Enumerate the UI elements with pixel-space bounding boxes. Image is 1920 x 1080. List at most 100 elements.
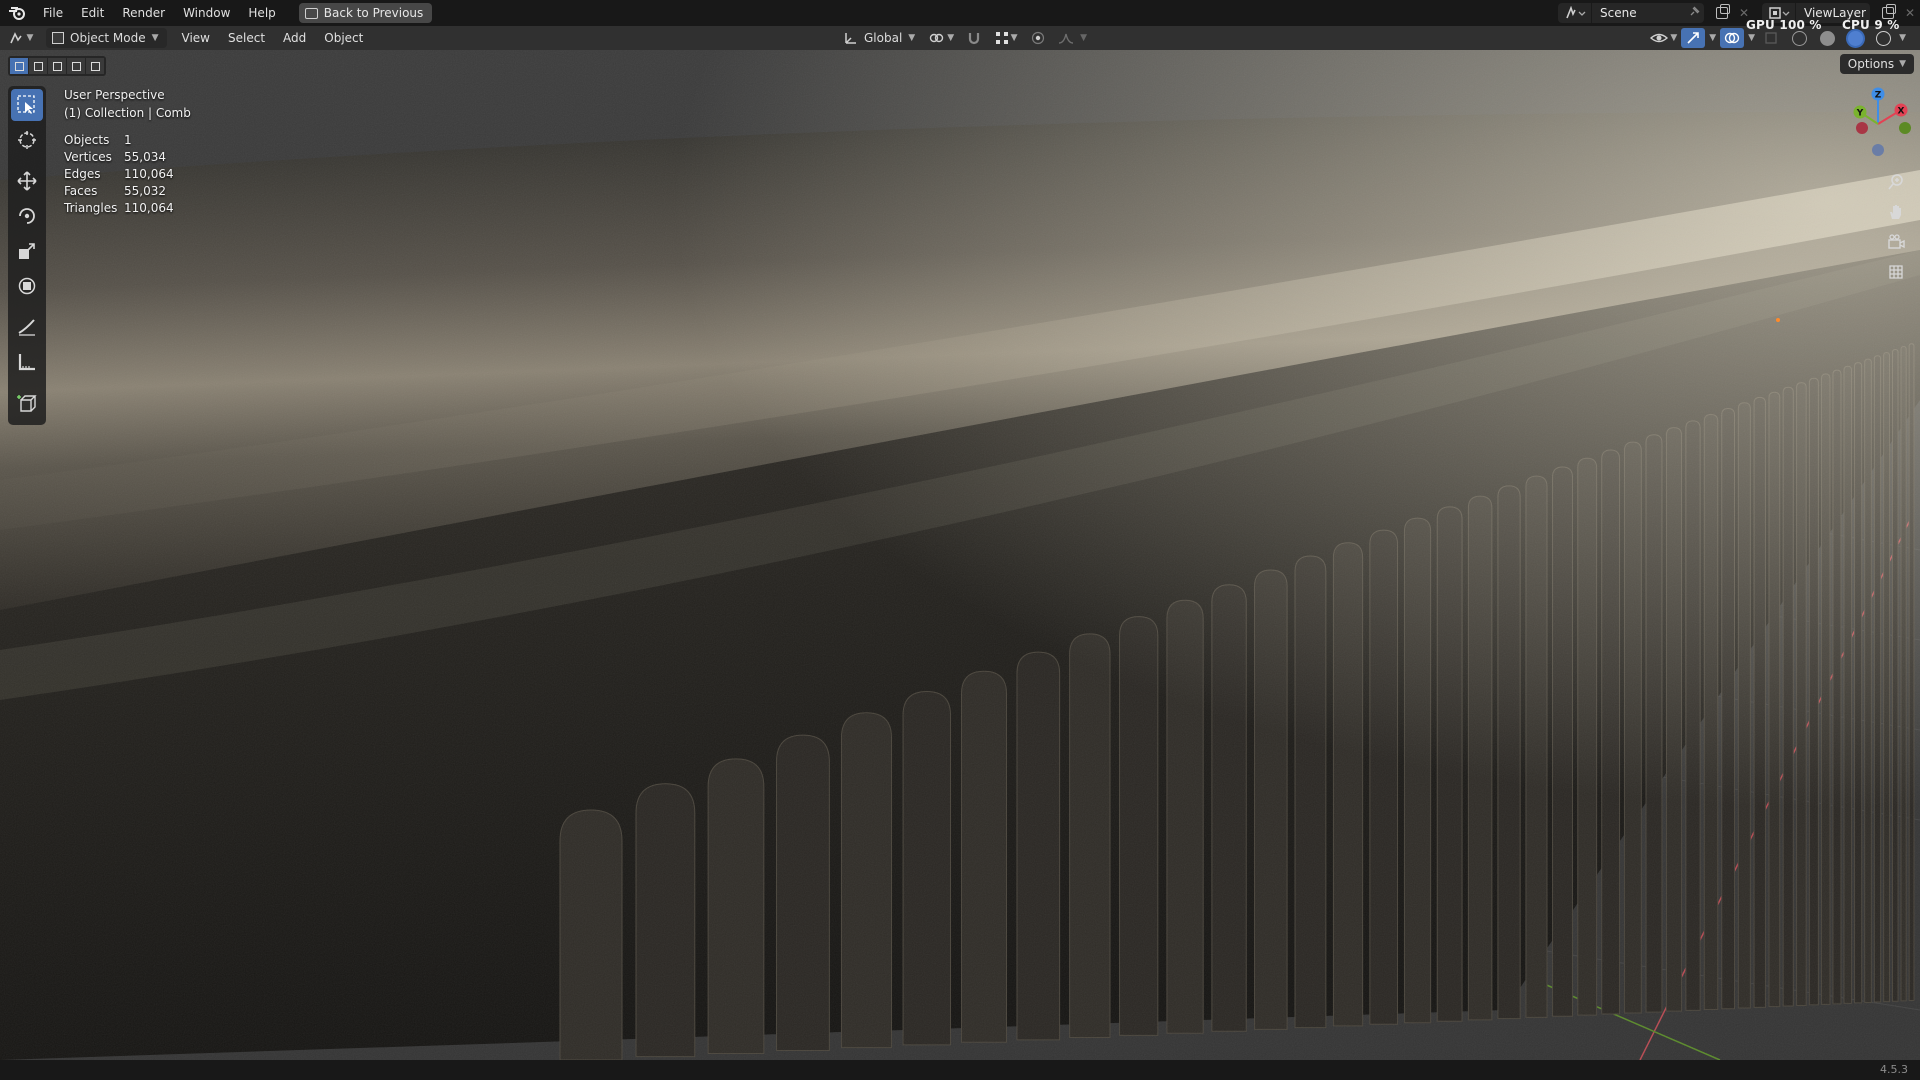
rotate-tool[interactable] <box>11 200 43 232</box>
proportional-edit-toggle[interactable] <box>1026 28 1050 48</box>
mode-dropdown[interactable]: Object Mode ▼ <box>46 28 167 48</box>
back-to-previous-label: Back to Previous <box>323 6 424 20</box>
chevron-down-icon: ▼ <box>151 33 159 43</box>
blender-logo-icon[interactable] <box>0 0 34 26</box>
gizmo-toggle[interactable] <box>1681 28 1706 48</box>
chevron-down-icon: ▼ <box>908 33 916 43</box>
duplicate-icon <box>1716 4 1730 19</box>
rotate-icon <box>19 208 35 224</box>
gizmo-neg-y[interactable] <box>1899 122 1911 134</box>
options-label: Options <box>1847 57 1895 71</box>
zoom-button[interactable] <box>1882 168 1910 196</box>
pivot-point-dropdown[interactable]: ▼ <box>929 28 954 48</box>
snap-toggle[interactable] <box>962 28 986 48</box>
stat-label: Triangles <box>64 201 118 215</box>
top-bar: File Edit Render Window Help Back to Pre… <box>0 0 1920 26</box>
menu-window[interactable]: Window <box>174 0 239 26</box>
transform-icon <box>18 277 36 295</box>
gizmo-neg-x[interactable] <box>1856 122 1868 134</box>
perspective-label: User Perspective <box>64 88 165 102</box>
tool-shelf <box>8 86 46 425</box>
add-cube-tool[interactable] <box>11 387 43 419</box>
menu-file[interactable]: File <box>34 0 72 26</box>
visibility-dropdown[interactable]: ▼ <box>1650 28 1677 48</box>
select-extend-button[interactable] <box>29 58 47 74</box>
camera-view-button[interactable] <box>1882 228 1910 256</box>
stat-row: Edges 110,064 <box>64 166 174 183</box>
header-menu-add[interactable]: Add <box>274 31 315 45</box>
select-intersect-icon <box>90 61 100 71</box>
3d-viewport[interactable]: User Perspective (1) Collection | Comb O… <box>0 50 1920 1060</box>
stat-row: Triangles 110,064 <box>64 200 174 217</box>
transform-tool[interactable] <box>11 270 43 302</box>
chevron-down-icon[interactable]: ▼ <box>1709 33 1716 43</box>
scene-name-field[interactable]: Scene <box>1592 6 1684 20</box>
scene-selector[interactable]: Scene <box>1558 3 1704 23</box>
annotate-tool[interactable] <box>11 311 43 343</box>
select-extend-icon <box>33 61 43 71</box>
scale-icon <box>19 243 35 259</box>
measure-tool[interactable] <box>11 346 43 378</box>
navigation-tools <box>1882 168 1910 288</box>
stat-row: Faces 55,032 <box>64 183 174 200</box>
viewport-header: ▼ Object Mode ▼ View Select Add Object G… <box>0 26 1920 50</box>
select-invert-icon <box>71 61 81 71</box>
grid-icon <box>1889 265 1903 279</box>
falloff-curve-icon <box>1059 33 1074 44</box>
xray-icon <box>1765 32 1777 44</box>
select-subtract-button[interactable] <box>48 58 66 74</box>
select-box-tool[interactable] <box>11 89 43 121</box>
select-new-button[interactable] <box>10 58 28 74</box>
chevron-down-icon[interactable]: ▼ <box>1899 33 1906 43</box>
overlays-toggle[interactable] <box>1720 28 1745 48</box>
snap-grid-icon <box>995 32 1008 44</box>
select-new-icon <box>14 61 24 71</box>
move-tool[interactable] <box>11 165 43 197</box>
gizmo-x-label: X <box>1898 107 1905 117</box>
select-intersect-button[interactable] <box>86 58 104 74</box>
status-bar: 4.5.3 <box>0 1060 1920 1080</box>
navigation-gizmo[interactable]: Z X Y <box>1830 78 1920 168</box>
snap-target-dropdown[interactable]: ▼ <box>994 28 1018 48</box>
chevron-down-icon[interactable]: ▼ <box>1748 33 1755 43</box>
stat-label: Vertices <box>64 150 112 164</box>
select-invert-button[interactable] <box>67 58 85 74</box>
add-cube-icon <box>17 395 37 412</box>
transform-controls: Global ▼ ▼ ▼ ▼ <box>838 28 1087 48</box>
version-label: 4.5.3 <box>1880 1063 1908 1076</box>
viewport-info: User Perspective (1) Collection | Comb <box>64 86 191 122</box>
header-menu-select[interactable]: Select <box>219 31 274 45</box>
menu-render[interactable]: Render <box>113 0 174 26</box>
cursor-tool[interactable] <box>11 124 43 156</box>
menu-help[interactable]: Help <box>239 0 284 26</box>
gizmo-neg-z[interactable] <box>1872 144 1884 156</box>
falloff-dropdown[interactable]: ▼ <box>1058 28 1087 48</box>
gpu-value: 100 % <box>1779 18 1822 32</box>
stat-value: 1 <box>124 133 132 147</box>
header-menu-view[interactable]: View <box>173 31 219 45</box>
editor-type-selector[interactable]: ▼ <box>0 28 42 48</box>
comb-object-render[interactable] <box>0 50 1920 1060</box>
new-scene-button[interactable] <box>1710 3 1734 23</box>
scene-type-icon[interactable] <box>1558 3 1592 23</box>
stat-value: 110,064 <box>124 167 174 181</box>
header-menu-object[interactable]: Object <box>315 31 372 45</box>
ruler-icon <box>18 354 35 371</box>
scale-tool[interactable] <box>11 235 43 267</box>
select-subtract-icon <box>52 61 62 71</box>
stat-value: 55,032 <box>124 184 166 198</box>
ortho-toggle-button[interactable] <box>1882 258 1910 286</box>
menu-edit[interactable]: Edit <box>72 0 113 26</box>
select-box-icon <box>17 95 35 114</box>
chevron-down-icon: ▼ <box>1899 59 1906 69</box>
pan-button[interactable] <box>1882 198 1910 226</box>
cursor-icon <box>18 131 36 149</box>
mode-label: Object Mode <box>70 31 146 45</box>
back-to-previous-button[interactable]: Back to Previous <box>298 3 433 23</box>
pin-icon[interactable] <box>1684 6 1704 20</box>
cpu-label: CPU <box>1842 18 1870 32</box>
options-dropdown[interactable]: Options ▼ <box>1839 54 1914 74</box>
orientation-dropdown[interactable]: Global ▼ <box>838 28 921 48</box>
stat-label: Faces <box>64 184 98 198</box>
delete-view-layer-icon[interactable]: ✕ <box>1900 6 1920 20</box>
